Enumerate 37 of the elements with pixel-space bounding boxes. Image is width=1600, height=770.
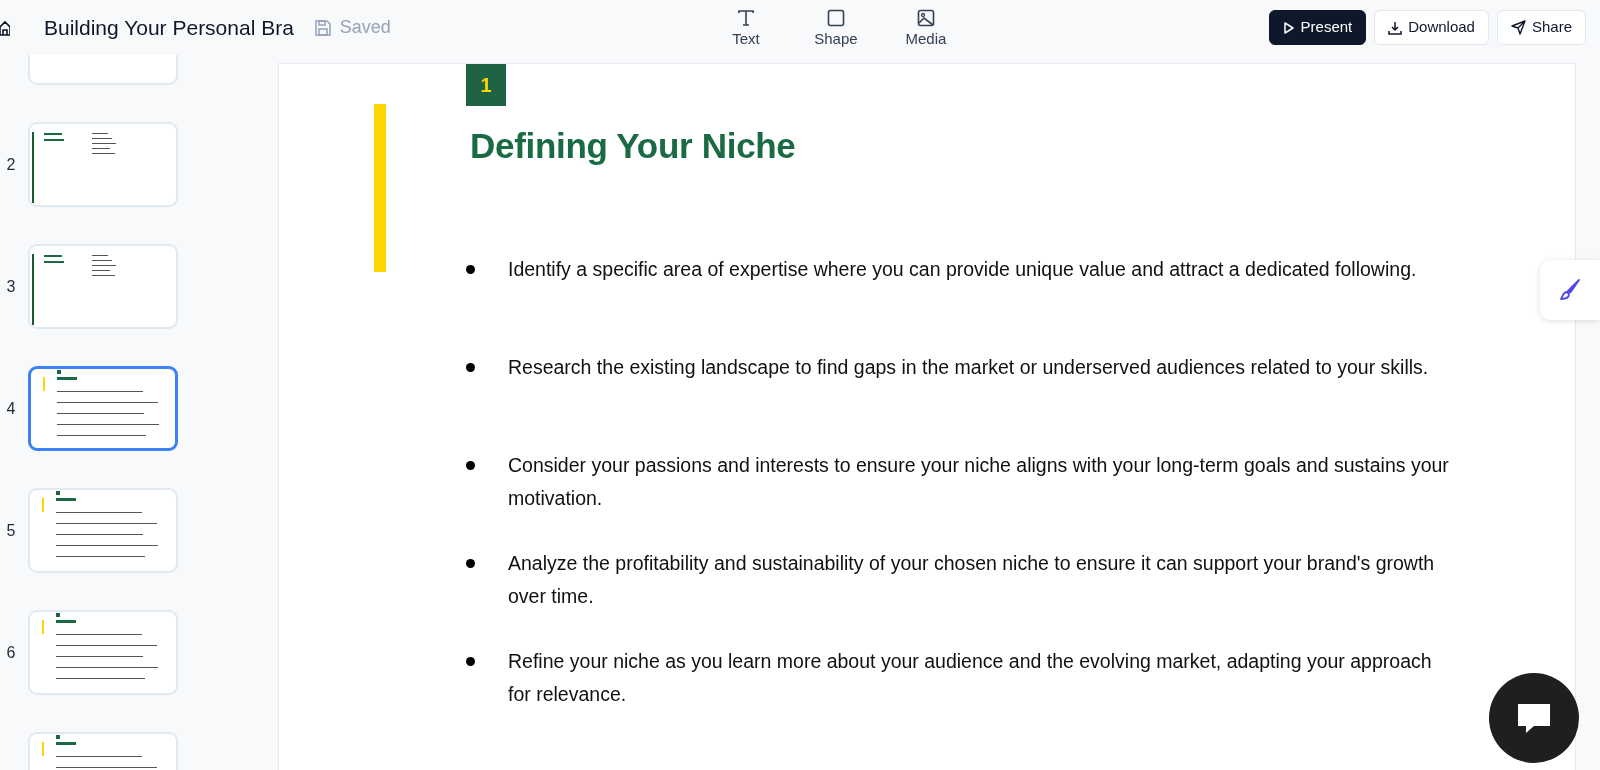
media-tool-button[interactable]: Media [880, 8, 971, 51]
bullet-text: Consider your passions and interests to ensure your niche aligns with your long-term goals and sustains your motivation. [508, 452, 1450, 511]
slide-number: 1 [466, 64, 506, 106]
save-icon [313, 18, 332, 37]
share-button[interactable]: Share [1496, 10, 1586, 45]
bullet-icon [466, 362, 475, 372]
download-icon [1388, 20, 1403, 35]
bullet-icon [466, 460, 475, 470]
slide-canvas[interactable] [278, 63, 1576, 770]
bullet-icon [466, 264, 475, 274]
bullet-text: Refine your niche as you learn more about your audience and the evolving market, adapting your approach for relevance. [508, 648, 1433, 707]
slide-number: 6 [6, 643, 16, 661]
shape-tool-button[interactable]: Shape [790, 8, 881, 51]
brush-button[interactable] [1540, 260, 1600, 320]
slide-number: 3 [6, 277, 16, 295]
send-icon [1510, 20, 1526, 35]
document-title[interactable]: Building Your Personal Bra [44, 11, 294, 44]
bullet-icon [466, 656, 475, 666]
save-status: Saved [339, 16, 391, 39]
bullet-text: Identify a specific area of expertise where you can provide unique value and attract a dedicated following. [508, 256, 1417, 282]
slide-thumbnail[interactable] [28, 366, 178, 451]
slide-number: 2 [6, 155, 16, 173]
bullet-icon [466, 558, 475, 568]
home-icon[interactable] [0, 18, 10, 37]
text-tool-button[interactable]: Text [700, 8, 791, 51]
play-icon [1282, 20, 1295, 35]
image-icon [915, 8, 936, 29]
slide-title: Defining Your Niche [470, 125, 797, 167]
bullet-text: Research the existing landscape to find gaps in the market or underserved audiences related to your skills. [508, 354, 1429, 380]
brush-icon [1557, 277, 1583, 303]
bullet-text: Analyze the profitability and sustainability of your chosen niche to ensure it can support your brand's growth over time. [508, 550, 1436, 609]
download-button[interactable]: Download [1374, 10, 1489, 45]
square-icon [825, 8, 846, 29]
present-button[interactable]: Present [1268, 10, 1367, 45]
slide-number: 4 [6, 399, 16, 417]
slide-number: 5 [6, 521, 16, 539]
text-icon [735, 8, 756, 29]
